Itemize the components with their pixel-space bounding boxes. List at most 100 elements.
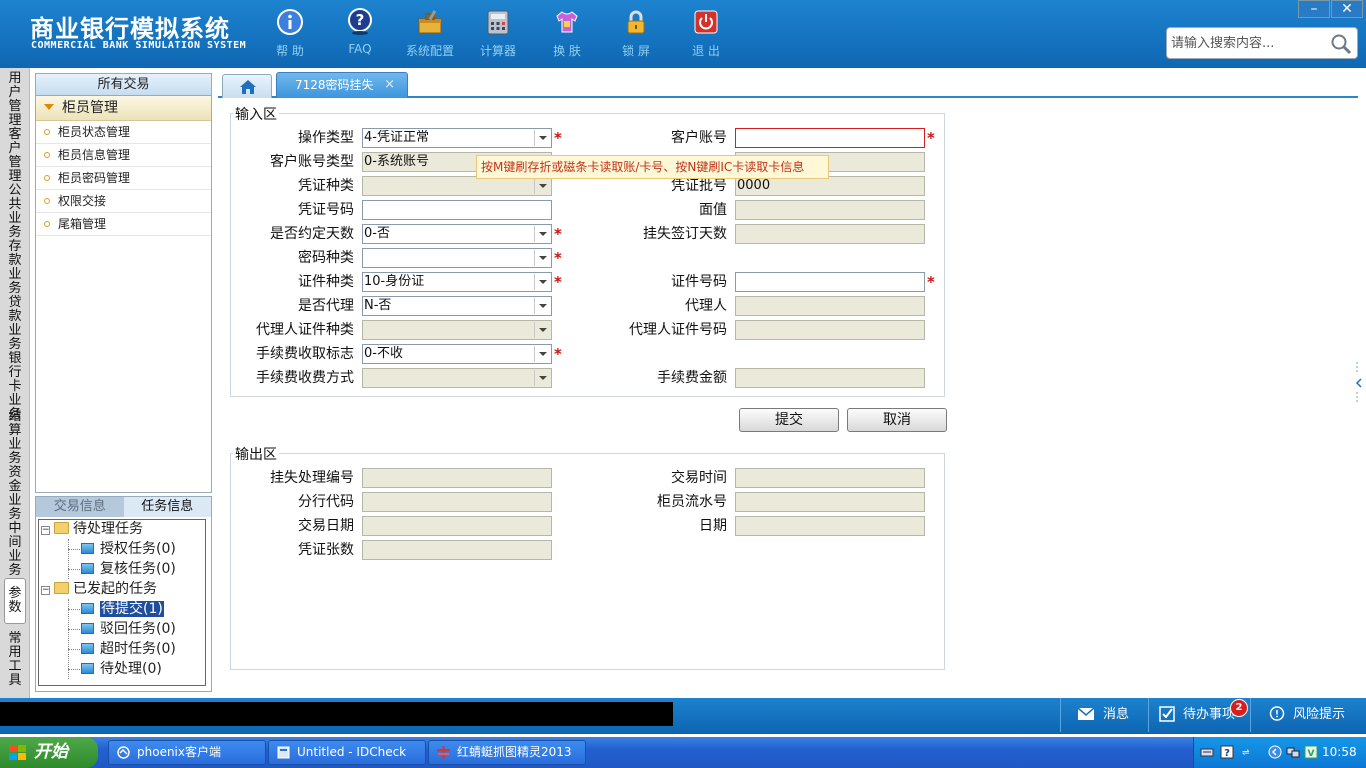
fee-flag-value: 0-不收 xyxy=(364,346,403,361)
taskbar-window-screenshot-tool[interactable]: 红蜻蜓抓图精灵2013 xyxy=(428,740,586,765)
vnav-common-tools[interactable]: 常用工具 xyxy=(4,632,26,688)
module-nav: 用户管理 客户管理 公共业务 存款业务 贷款业务 银行卡业务 结算业务 资金业务… xyxy=(0,68,30,698)
submit-button[interactable]: 提交 xyxy=(739,408,839,432)
collapse-toggle-icon[interactable]: − xyxy=(41,586,50,595)
required-marker: * xyxy=(554,273,562,291)
voucher-type-select[interactable] xyxy=(362,176,552,196)
vnav-user-management[interactable]: 用户管理 xyxy=(4,72,26,128)
tab-password-loss-report[interactable]: 7128密码挂失 × xyxy=(276,72,408,98)
task-list-icon xyxy=(81,543,94,554)
voucher-count-label: 凭证张数 xyxy=(298,542,354,558)
lock-button[interactable]: 锁 屏 xyxy=(606,8,666,62)
keyboard-icon[interactable] xyxy=(1200,745,1214,759)
tree-node-review-tasks[interactable]: 复核任务(0) xyxy=(81,560,176,579)
pwd-type-label: 密码种类 xyxy=(298,250,354,266)
sidebar-item-teller-info[interactable]: 柜员信息管理 xyxy=(36,144,211,167)
id-type-select[interactable]: 10-身份证 xyxy=(362,272,552,292)
config-label: 系统配置 xyxy=(405,44,454,58)
is-agent-select[interactable]: N-否 xyxy=(362,296,552,316)
vnav-parameters[interactable]: 参数 xyxy=(4,578,26,624)
tree-node-rejected-tasks[interactable]: 驳回任务(0) xyxy=(81,620,176,639)
app-icon xyxy=(117,746,130,759)
language-bar-icon[interactable]: ⇌ xyxy=(1240,745,1254,759)
sidebar-item-teller-password[interactable]: 柜员密码管理 xyxy=(36,167,211,190)
tree-node-to-submit[interactable]: 待提交(1) xyxy=(81,600,164,619)
fee-amount-input[interactable] xyxy=(735,368,925,388)
collapse-toggle-icon[interactable]: − xyxy=(41,526,50,535)
fee-flag-select[interactable]: 0-不收 xyxy=(362,344,552,364)
vnav-settlement[interactable]: 结算业务 xyxy=(4,410,26,466)
fee-method-select[interactable] xyxy=(362,368,552,388)
vnav-customer-management[interactable]: 客户管理 xyxy=(4,128,26,184)
sign-days-input[interactable] xyxy=(735,224,925,244)
chevron-down-icon xyxy=(534,370,550,386)
voucher-batch-value: 0000 xyxy=(737,178,771,193)
app-icon xyxy=(277,746,290,759)
vnav-intermediary[interactable]: 中间业务 xyxy=(4,522,26,578)
tree-node-timeout-tasks[interactable]: 超时任务(0) xyxy=(81,640,176,659)
window-close-button[interactable]: ✕ xyxy=(1331,0,1363,18)
tree-node-initiated-tasks[interactable]: − 已发起的任务 xyxy=(41,580,157,599)
taskbar-window-phoenix[interactable]: phoenix客户端 xyxy=(108,740,266,765)
app-header: 商业银行模拟系统 COMMERCIAL BANK SIMULATION SYST… xyxy=(0,0,1366,68)
antivirus-icon[interactable]: V xyxy=(1304,745,1318,759)
agent-input[interactable] xyxy=(735,296,925,316)
tree-node-pending-tasks[interactable]: − 待处理任务 xyxy=(41,520,143,539)
voucher-batch-input[interactable]: 0000 xyxy=(735,176,925,196)
skin-button[interactable]: 换 肤 xyxy=(537,8,597,62)
exit-button[interactable]: 退 出 xyxy=(676,8,736,62)
help-tray-icon[interactable]: ? xyxy=(1220,745,1234,759)
voucher-no-label: 凭证号码 xyxy=(298,202,354,218)
vnav-deposit[interactable]: 存款业务 xyxy=(4,240,26,296)
tab-home[interactable] xyxy=(222,74,272,98)
vnav-public-business[interactable]: 公共业务 xyxy=(4,184,26,240)
tab-transaction-info[interactable]: 交易信息 xyxy=(36,497,124,517)
collapse-right-icon[interactable] xyxy=(1355,362,1363,404)
taskbar-window-label: phoenix客户端 xyxy=(137,745,221,759)
config-button[interactable]: 系统配置 xyxy=(400,8,460,62)
id-no-input[interactable] xyxy=(735,272,925,292)
windows-flag-icon xyxy=(9,745,26,760)
cancel-button[interactable]: 取消 xyxy=(847,408,947,432)
date-label: 日期 xyxy=(699,518,727,534)
voucher-no-input[interactable] xyxy=(362,200,552,220)
tree-connector xyxy=(68,569,80,570)
calculator-button[interactable]: 计算器 xyxy=(468,8,528,62)
sidebar-item-authority-handover[interactable]: 权限交接 xyxy=(36,190,211,213)
required-marker: * xyxy=(554,225,562,243)
op-type-select[interactable]: 4-凭证正常 xyxy=(362,128,552,148)
tree-node-authorization-tasks[interactable]: 授权任务(0) xyxy=(81,540,176,559)
sidebar-item-teller-status[interactable]: 柜员状态管理 xyxy=(36,121,211,144)
agent-id-type-select[interactable] xyxy=(362,320,552,340)
tab-close-icon[interactable]: × xyxy=(384,73,395,97)
vnav-funds[interactable]: 资金业务 xyxy=(4,466,26,522)
agent-id-no-input[interactable] xyxy=(735,320,925,340)
fee-flag-label: 手续费收取标志 xyxy=(256,346,354,362)
start-button[interactable]: 开始 xyxy=(0,737,98,768)
face-value-input[interactable] xyxy=(735,200,925,220)
tree-node-to-process[interactable]: 待处理(0) xyxy=(81,660,162,679)
tree-connector xyxy=(68,669,80,670)
messages-button[interactable]: 消息 xyxy=(1060,698,1148,732)
help-button[interactable]: 帮 助 xyxy=(260,8,320,62)
tab-task-info[interactable]: 任务信息 xyxy=(123,497,211,517)
cust-acct-input[interactable] xyxy=(735,128,925,148)
bullet-icon xyxy=(44,152,50,158)
risk-alert-button[interactable]: 风险提示 xyxy=(1250,698,1366,732)
window-minimize-button[interactable]: – xyxy=(1298,0,1330,18)
pwd-type-select[interactable] xyxy=(362,248,552,268)
chevron-left-icon[interactable] xyxy=(1268,745,1282,759)
network-icon[interactable] xyxy=(1286,745,1300,759)
search-icon[interactable] xyxy=(1329,32,1353,56)
vnav-loan[interactable]: 贷款业务 xyxy=(4,296,26,352)
task-panel-tabs: 交易信息 任务信息 xyxy=(36,497,211,517)
faq-button[interactable]: ? FAQ xyxy=(330,8,390,62)
agent-id-no-label: 代理人证件号码 xyxy=(629,322,727,338)
sidebar-group-teller-management[interactable]: 柜员管理 xyxy=(36,96,211,121)
agreed-days-select[interactable]: 0-否 xyxy=(362,224,552,244)
sidebar-header[interactable]: 所有交易 xyxy=(36,74,211,96)
taskbar-window-idcheck[interactable]: Untitled - IDCheck xyxy=(268,740,426,765)
search-input[interactable] xyxy=(1171,33,1327,53)
tree-node-label: 驳回任务(0) xyxy=(100,621,176,637)
sidebar-item-tail-box[interactable]: 尾箱管理 xyxy=(36,213,211,236)
